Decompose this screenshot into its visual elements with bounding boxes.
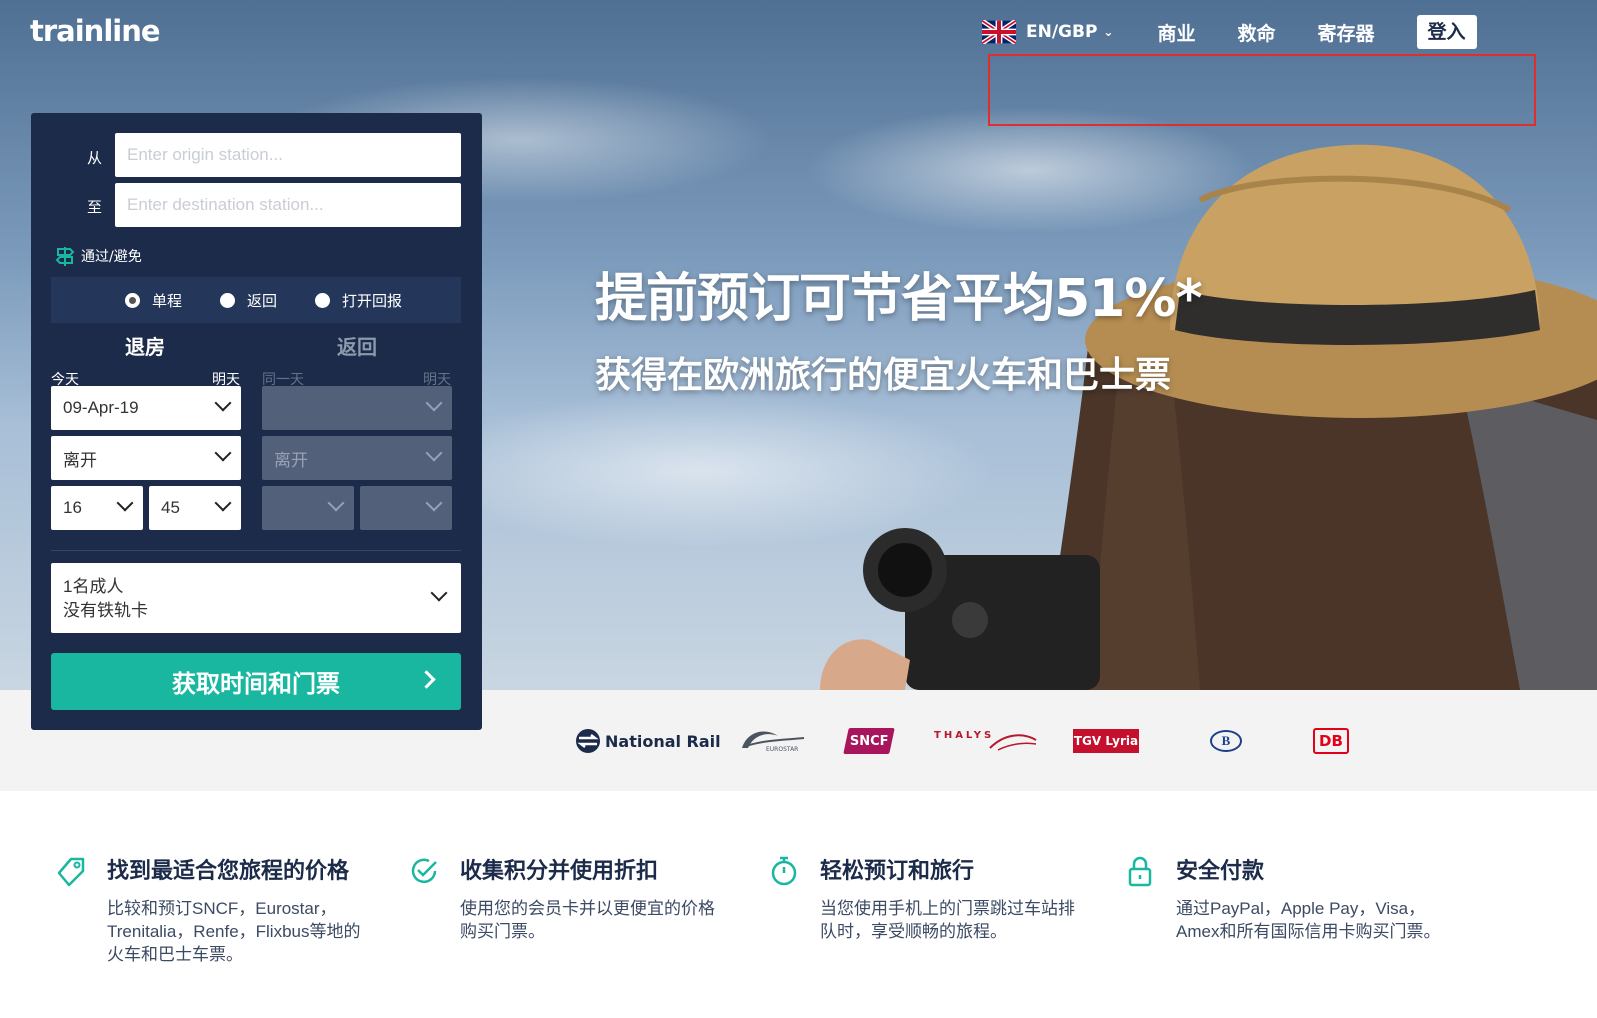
check-circle-icon [411,858,437,884]
chevron-down-icon [425,494,443,512]
partner-name: B [1221,733,1231,748]
outbound-hour-select[interactable]: 16 [51,486,143,530]
submit-label: 获取时间和门票 [172,671,340,698]
nav-register[interactable]: 寄存器 [1318,19,1375,46]
highlight-box [988,54,1536,126]
signpost-icon [55,247,75,266]
national-rail-logo: National Rail [575,724,721,758]
feature-description: 使用您的会员卡并以更便宜的价格购买门票。 [460,899,715,941]
trip-type-open-return[interactable]: 打开回报 [315,290,402,311]
uk-flag-icon [982,20,1016,44]
hero-subline: 获得在欧洲旅行的便宜火车和巴士票 [595,355,1172,396]
outbound-time-mode-value: 离开 [63,450,97,470]
price-tag-icon [57,857,85,887]
via-avoid-label: 通过/避免 [81,249,142,265]
padlock-icon [1128,856,1152,887]
trip-type-label: 打开回报 [342,291,403,310]
outbound-time-mode-select[interactable]: 离开 [51,436,241,480]
origin-station-input[interactable] [115,133,461,177]
return-date-select[interactable] [262,386,452,430]
chevron-down-icon: ⌄ [1103,25,1114,39]
partner-name: THALYS [934,729,995,741]
chevron-down-icon [214,494,232,512]
passengers-select[interactable]: 1名成人 没有铁轨卡 [51,563,461,633]
partner-name: EUROSTAR [766,746,799,753]
trainline-logo[interactable]: trainline [30,14,161,48]
sncb-logo: B [1210,724,1242,758]
eurostar-logo: EUROSTAR [738,724,806,758]
login-button[interactable]: 登入 [1416,15,1477,49]
db-badge: DB [1313,728,1349,754]
sncb-badge: B [1210,730,1242,752]
tgv-lyria-logo: TGV Lyria [1073,724,1139,758]
return-minute-select[interactable] [360,486,452,530]
return-time-mode-value: 离开 [274,450,308,470]
return-time-mode-select[interactable]: 离开 [262,436,452,480]
stopwatch-icon [771,856,797,886]
language-selector[interactable]: EN/GBP ⌄ [982,20,1113,44]
db-logo: DB [1313,724,1349,758]
trip-type-return[interactable]: 返回 [220,290,277,311]
chevron-down-icon [425,394,443,412]
to-label: 至 [87,198,103,216]
thalys-swoosh-icon [989,734,1037,751]
outbound-date-value: 09-Apr-19 [63,398,139,417]
partner-name: TGV Lyria [1073,734,1139,748]
outbound-minute-value: 45 [161,498,180,517]
hero-headline: 提前预订可节省平均51%* [595,269,1203,329]
outbound-hour-value: 16 [63,498,82,517]
partner-name: SNCF [849,733,889,749]
chevron-down-icon [425,444,443,462]
national-rail-icon [576,729,600,753]
get-times-tickets-button[interactable]: 获取时间和门票 [51,653,461,710]
radio-unchecked-icon [315,292,331,308]
feature-secure-payment: 安全付款 通过PayPal，Apple Pay，Visa，Amex和所有国际信用… [1128,853,1444,943]
top-navigation: EN/GBP ⌄ 商业 救命 寄存器 登入 [982,14,1477,50]
railcards-info: 没有铁轨卡 [63,601,148,620]
partner-name: DB [1319,732,1343,750]
feature-description: 通过PayPal，Apple Pay，Visa，Amex和所有国际信用卡购买门票… [1176,899,1441,941]
outbound-heading: 退房 [125,335,165,359]
nav-business[interactable]: 商业 [1157,19,1195,46]
feature-loyalty: 收集积分并使用折扣 使用您的会员卡并以更便宜的价格购买门票。 [411,853,720,943]
panel-divider [51,550,461,551]
via-avoid-toggle[interactable]: 通过/避免 [55,245,142,267]
sncf-logo: SNCF [843,724,895,758]
trip-type-selector: 单程 返回 打开回报 [51,277,461,323]
chevron-right-icon [417,670,436,689]
journey-search-panel: 从 至 通过/避免 单程 返回 打开回报 退房 返回 今天 明天 同一天 明天 … [31,113,482,730]
passengers-count: 1名成人 [63,577,124,596]
radio-checked-icon [125,292,140,308]
language-label: EN/GBP [1026,22,1098,42]
radio-unchecked-icon [220,292,236,308]
partner-name: National Rail [605,731,721,751]
feature-easy-travel: 轻松预订和旅行 当您使用手机上的门票跳过车站排队时，享受顺畅的旅程。 [771,853,1078,943]
feature-description: 比较和预订SNCF，Eurostar，Trenitalia，Renfe，Flix… [107,899,361,964]
return-heading: 返回 [337,335,377,359]
destination-station-input[interactable] [115,183,461,227]
outbound-date-select[interactable]: 09-Apr-19 [51,386,241,430]
feature-title: 安全付款 [1176,859,1265,884]
chevron-down-icon [116,494,134,512]
feature-title: 收集积分并使用折扣 [460,859,659,884]
sncf-badge: SNCF [843,728,895,754]
trip-type-label: 返回 [247,291,278,310]
chevron-down-icon [327,494,345,512]
trip-type-single[interactable]: 单程 [125,290,182,311]
feature-title: 轻松预订和旅行 [820,859,975,884]
chevron-down-icon [214,444,232,462]
feature-title: 找到最适合您旅程的价格 [107,859,350,884]
feature-description: 当您使用手机上的门票跳过车站排队时，享受顺畅的旅程。 [820,899,1075,941]
chevron-down-icon [214,394,232,412]
feature-best-price: 找到最适合您旅程的价格 比较和预订SNCF，Eurostar，Trenitali… [57,853,377,966]
outbound-minute-select[interactable]: 45 [149,486,241,530]
return-hour-select[interactable] [262,486,354,530]
from-label: 从 [87,149,103,167]
tgv-lyria-badge: TGV Lyria [1073,729,1139,753]
thalys-logo: THALYS [934,724,1038,758]
trip-type-label: 单程 [152,291,183,310]
nav-help[interactable]: 救命 [1238,19,1276,46]
